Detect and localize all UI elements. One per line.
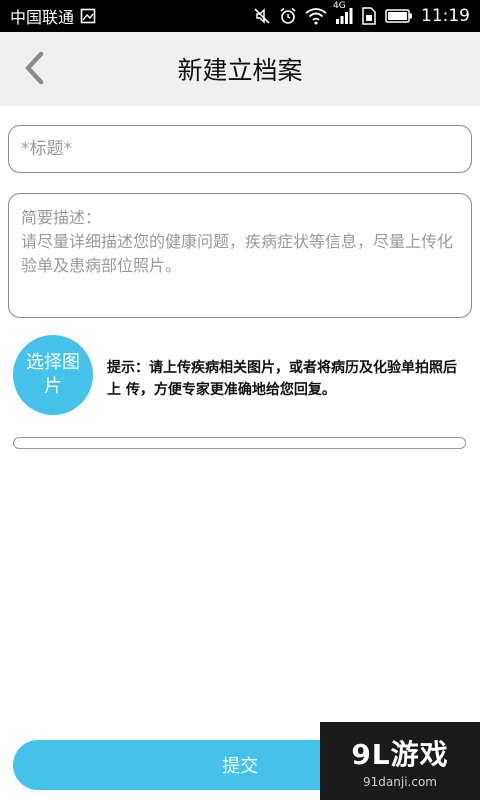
page-title: 新建立档案 <box>177 56 303 85</box>
wifi-icon <box>305 7 327 25</box>
select-image-button[interactable]: 选择图片 <box>13 335 93 415</box>
image-icon <box>80 8 96 24</box>
back-button[interactable] <box>16 50 52 90</box>
sim-icon <box>361 7 377 25</box>
chevron-left-icon <box>23 51 45 89</box>
watermark-main: 9L游戏 <box>351 738 449 771</box>
network-type-label: 4G <box>333 1 346 11</box>
mute-icon <box>253 7 271 25</box>
clock-label: 11:19 <box>421 6 470 26</box>
signal-icon: 4G <box>333 1 353 25</box>
status-bar: 中国联通 4G 11:19 <box>0 0 480 32</box>
alarm-icon <box>279 7 297 25</box>
description-input[interactable] <box>8 193 472 318</box>
app-header: 新建立档案 <box>0 32 480 106</box>
battery-icon <box>385 8 413 24</box>
status-bar-right: 4G 11:19 <box>253 1 470 26</box>
title-input[interactable] <box>8 125 472 173</box>
watermark-sub: 91danji.com <box>363 775 437 789</box>
upload-progress-bar <box>13 437 466 449</box>
watermark-logo: 9L游戏 91danji.com <box>320 722 480 800</box>
status-bar-left: 中国联通 <box>10 4 96 28</box>
upload-tip: 提示：请上传疾病相关图片，或者将病历及化验单拍照后上 传，方便专家更准确地给您回… <box>107 360 457 398</box>
carrier-label: 中国联通 <box>10 8 75 27</box>
